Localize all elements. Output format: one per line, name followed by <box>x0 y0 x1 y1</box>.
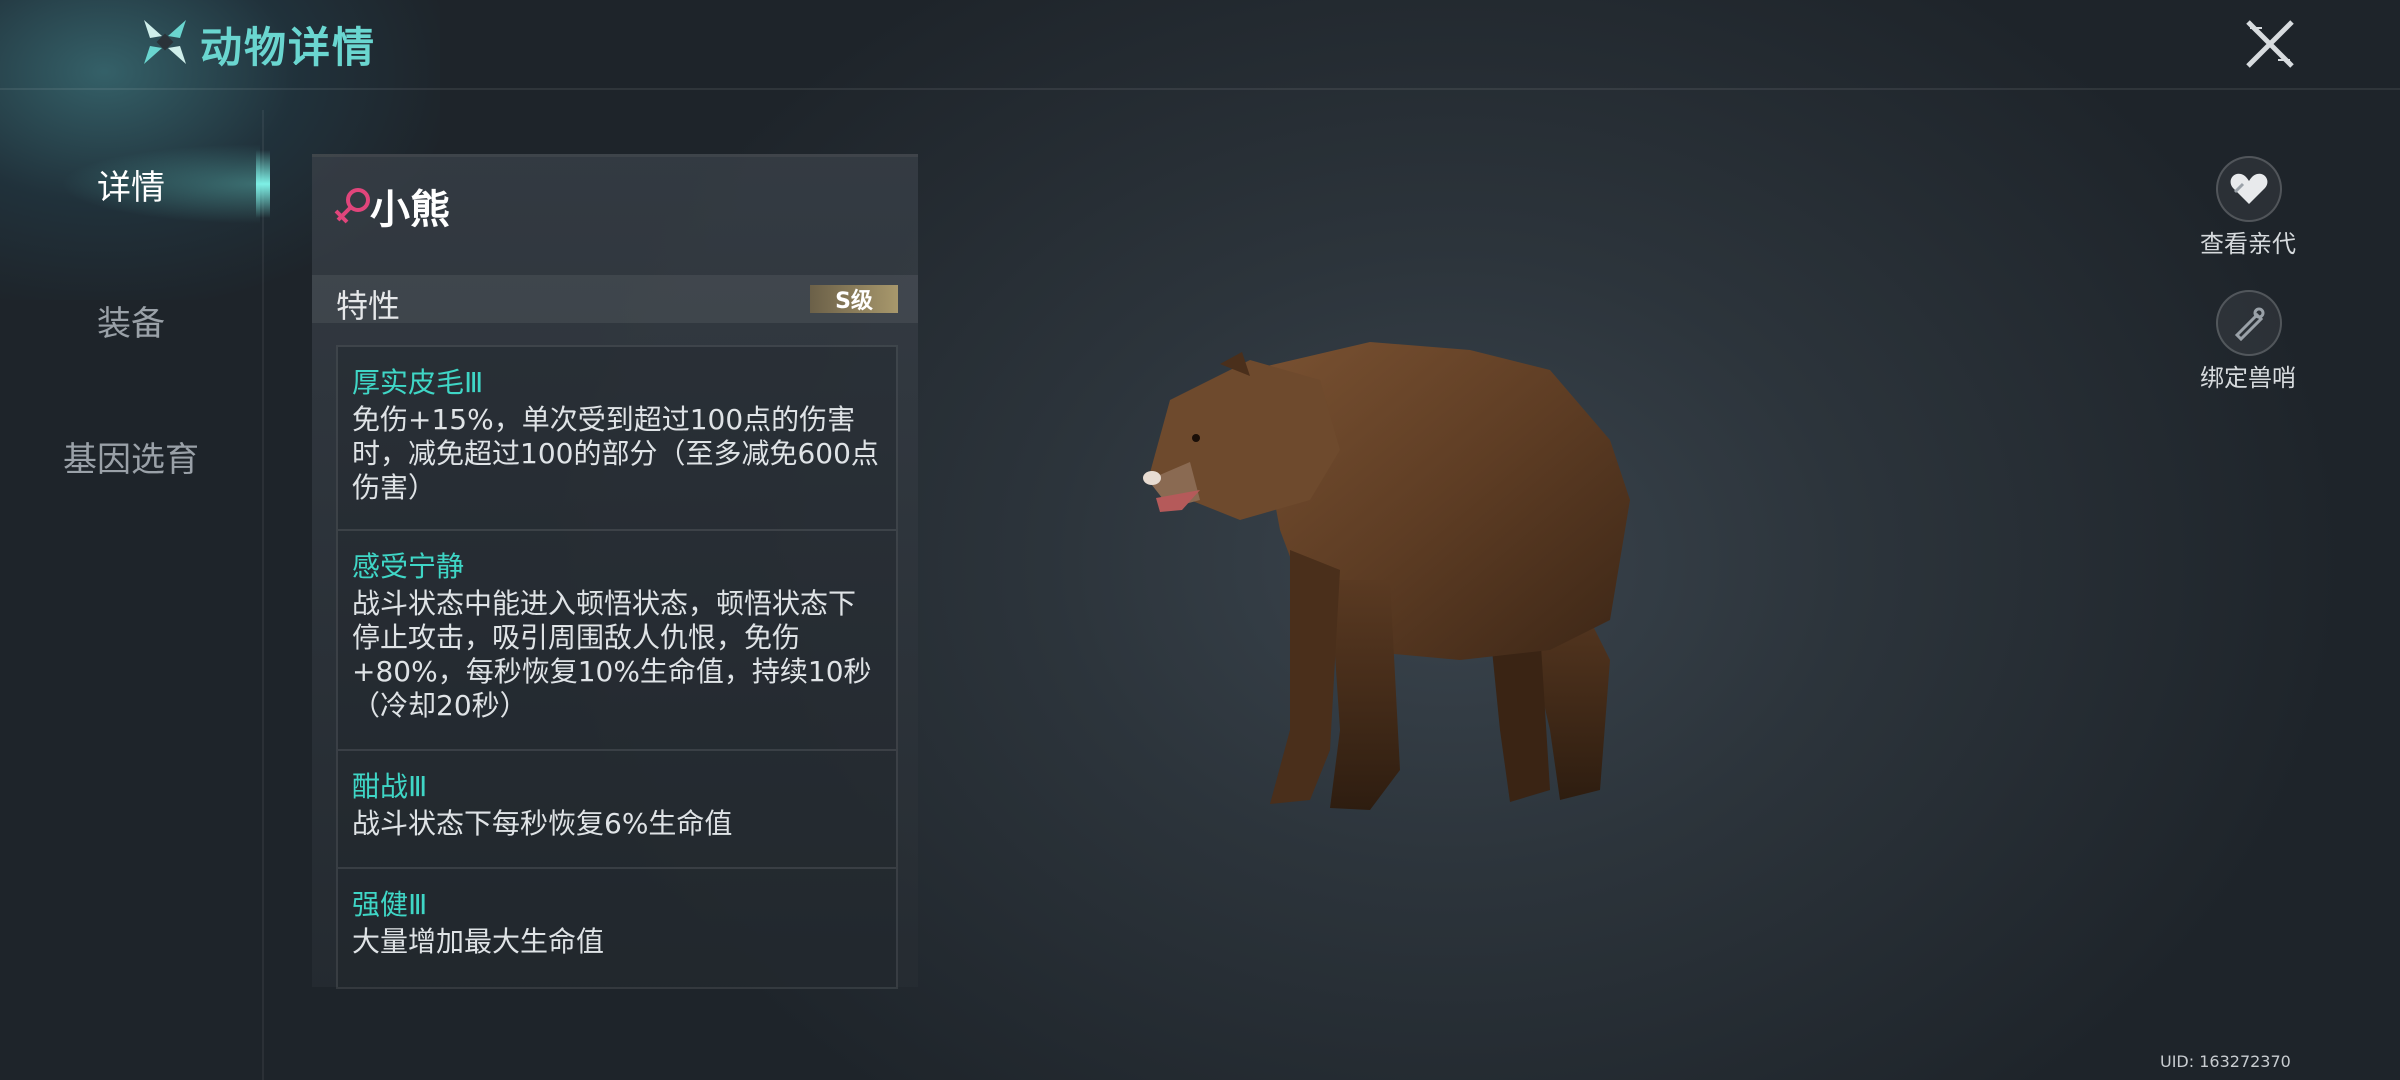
grade-badge: S级 <box>810 285 898 314</box>
animal-name: 小熊 <box>370 187 450 233</box>
trait-description: 大量增加最大生命值 <box>352 925 605 958</box>
view-parents-circle <box>2216 156 2282 222</box>
nav-item-gene-breeding[interactable]: 基因选育 <box>0 416 262 496</box>
trait-item: 强健Ⅲ 大量增加最大生命值 <box>338 869 896 985</box>
bind-whistle-label: 绑定兽哨 <box>2200 364 2296 392</box>
bear-3d-model[interactable] <box>1130 330 1710 830</box>
trait-item: 厚实皮毛Ⅲ 免伤+15%，单次受到超过100点的伤害时，减免超过100的部分（至… <box>338 347 896 531</box>
nav-item-label: 详情 <box>97 167 165 208</box>
trait-name: 感受宁静 <box>352 550 465 583</box>
nav-item-equipment[interactable]: 装备 <box>0 280 262 360</box>
nav-item-label: 基因选育 <box>63 439 199 480</box>
trait-name: 厚实皮毛Ⅲ <box>352 366 484 399</box>
trait-item: 感受宁静 战斗状态中能进入顿悟状态，顿悟状态下停止攻击，吸引周围敌人仇恨，免伤+… <box>338 531 896 751</box>
nav-item-label: 装备 <box>97 303 165 344</box>
page-title: 动物详情 <box>200 23 377 72</box>
animal-header: 小熊 <box>312 157 918 273</box>
trait-item: 酣战Ⅲ 战斗状态下每秒恢复6%生命值 <box>338 751 896 869</box>
animal-detail-screen: 动物详情 详情 装备 基因选育 小熊 特性 S级 厚实皮毛Ⅲ 免伤+15%，单次… <box>0 0 2400 1080</box>
trait-list: 厚实皮毛Ⅲ 免伤+15%，单次受到超过100点的伤害时，减免超过100的部分（至… <box>336 345 898 989</box>
top-bar: 动物详情 <box>0 0 2400 90</box>
nav-active-indicator <box>256 150 270 218</box>
nav-item-details[interactable]: 详情 <box>0 144 270 224</box>
heart-icon <box>2230 173 2268 204</box>
trait-description: 免伤+15%，单次受到超过100点的伤害时，减免超过100的部分（至多减免600… <box>352 403 879 504</box>
view-parents-button[interactable]: 查看亲代 <box>2188 156 2308 266</box>
shuriken-logo-icon <box>144 20 186 64</box>
user-id: UID: 163272370 <box>2160 1052 2291 1071</box>
trait-section-label: 特性 <box>336 287 401 325</box>
trait-name: 酣战Ⅲ <box>352 770 428 803</box>
view-parents-label: 查看亲代 <box>2200 230 2296 258</box>
side-nav: 详情 装备 基因选育 <box>0 110 270 1080</box>
bind-whistle-circle <box>2216 290 2282 356</box>
close-icon[interactable] <box>2240 14 2300 74</box>
trait-section-header: 特性 S级 <box>312 275 918 325</box>
trait-description: 战斗状态下每秒恢复6%生命值 <box>352 807 733 840</box>
trait-name: 强健Ⅲ <box>352 888 428 921</box>
whistle-icon <box>2234 307 2265 341</box>
bind-whistle-button[interactable]: 绑定兽哨 <box>2188 290 2308 400</box>
trait-description: 战斗状态中能进入顿悟状态，顿悟状态下停止攻击，吸引周围敌人仇恨，免伤+80%，每… <box>352 587 872 722</box>
animal-info-panel: 小熊 特性 S级 厚实皮毛Ⅲ 免伤+15%，单次受到超过100点的伤害时，减免超… <box>312 154 918 989</box>
